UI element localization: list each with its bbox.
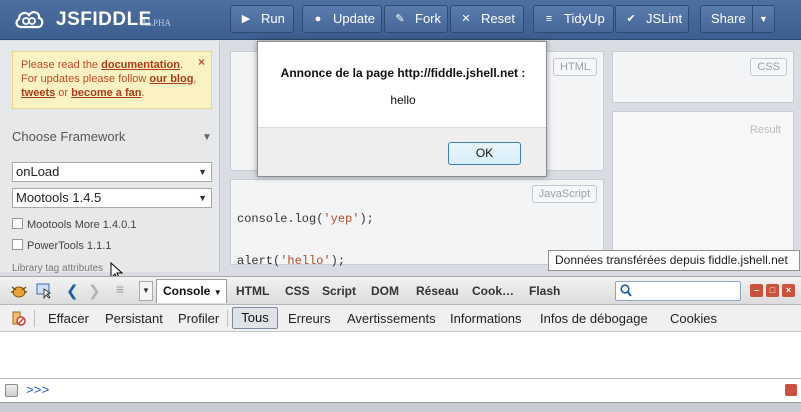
status-bar: [0, 402, 801, 412]
console-output[interactable]: [0, 332, 801, 378]
persist-button[interactable]: Persistant: [105, 311, 163, 326]
checkbox-icon[interactable]: [12, 218, 23, 229]
inspect-icon[interactable]: [36, 283, 52, 299]
status-tooltip: Données transférées depuis fiddle.jshell…: [548, 250, 800, 271]
profiler-button[interactable]: Profiler: [178, 311, 219, 326]
divider: [227, 310, 228, 327]
fork-button[interactable]: ✎ Fork: [384, 5, 448, 33]
framework-select[interactable]: Mootools 1.4.5 ▼: [12, 188, 212, 208]
logo-text: JSFIDDLE: [56, 9, 152, 30]
tidyup-button[interactable]: ≡ TidyUp: [533, 5, 614, 33]
filter-info-button[interactable]: Informations: [450, 311, 522, 326]
firebug-toolbar: ❮ ❯ ≡ ▼ Console ▼ HTML CSS Script DOM Ré…: [0, 276, 801, 305]
chevron-down-icon: ▼: [198, 193, 207, 203]
search-icon: [620, 284, 632, 297]
triangle-down-icon[interactable]: ▼: [202, 132, 212, 143]
command-line[interactable]: >>>: [0, 378, 801, 402]
dialog-title: Annonce de la page http://fiddle.jshell.…: [280, 66, 526, 80]
pencil-icon: ✎: [395, 13, 405, 25]
library-tag-label: Library tag attributes: [12, 263, 104, 274]
logo-subtitle: ALPHA: [141, 18, 172, 28]
tab-script[interactable]: Script: [322, 284, 356, 298]
tab-html[interactable]: HTML: [236, 284, 269, 298]
run-button[interactable]: ▶ Run: [230, 5, 294, 33]
result-panel-label: Result: [749, 124, 781, 136]
dot-icon: ●: [314, 13, 322, 25]
chevron-down-icon: ▼: [198, 167, 207, 177]
blog-link[interactable]: our blog: [149, 73, 193, 85]
collapse-icon[interactable]: [785, 384, 797, 396]
filter-errors-button[interactable]: Erreurs: [288, 311, 331, 326]
tab-dom[interactable]: DOM: [371, 284, 399, 298]
checkbox-mootools-more[interactable]: Mootools More 1.4.0.1: [12, 218, 136, 231]
filter-all-button[interactable]: Tous: [232, 307, 278, 329]
tab-reseau[interactable]: Réseau: [416, 284, 459, 298]
become-fan-link[interactable]: become a fan: [71, 87, 141, 99]
jsfiddle-header: JSFIDDLE ALPHA ▶ Run ● Update ✎ Fork ✕ R…: [0, 0, 801, 40]
dialog-message: hello: [390, 93, 416, 107]
sidebar: × Please read the documentation. For upd…: [0, 41, 220, 274]
tab-cookies[interactable]: Cook…: [472, 284, 514, 298]
checkbox-icon[interactable]: [12, 239, 23, 250]
checkbox-powertools[interactable]: PowerTools 1.1.1: [12, 239, 111, 252]
load-type-select[interactable]: onLoad ▼: [12, 162, 212, 182]
list-icon: ≡: [545, 13, 553, 25]
firebug-bug-icon[interactable]: [9, 283, 29, 299]
play-icon: ▶: [241, 13, 251, 25]
notice-box: × Please read the documentation. For upd…: [12, 51, 212, 109]
clear-console-icon[interactable]: [11, 311, 26, 326]
divider: [34, 310, 35, 327]
css-panel-label: CSS: [750, 58, 787, 76]
dialog-footer: OK: [258, 127, 546, 176]
back-arrow-icon[interactable]: ❮: [66, 282, 79, 300]
firebug-filter-bar: Effacer Persistant Profiler Tous Erreurs…: [0, 305, 801, 332]
javascript-panel-label: JavaScript: [531, 185, 597, 203]
chevron-down-icon[interactable]: ▼: [139, 281, 153, 301]
chevron-down-icon: ▼: [213, 288, 222, 297]
minimize-icon[interactable]: –: [750, 284, 763, 297]
clear-button[interactable]: Effacer: [48, 311, 89, 326]
documentation-link[interactable]: documentation: [101, 59, 180, 71]
filter-cookies-button[interactable]: Cookies: [670, 311, 717, 326]
detach-icon[interactable]: □: [766, 284, 779, 297]
share-button[interactable]: Share ▼: [700, 5, 775, 33]
html-panel-label: HTML: [553, 58, 597, 76]
firebug-search-input[interactable]: [615, 281, 741, 301]
reset-button[interactable]: ✕ Reset: [450, 5, 524, 33]
ok-button[interactable]: OK: [448, 142, 521, 165]
cloud-logo-icon: [15, 11, 44, 29]
filter-debug-button[interactable]: Infos de débogage: [540, 311, 648, 326]
tab-flash[interactable]: Flash: [529, 284, 560, 298]
choose-framework-heading[interactable]: Choose Framework: [12, 129, 125, 144]
result-panel[interactable]: Result: [612, 111, 794, 265]
close-icon[interactable]: ×: [782, 284, 795, 297]
update-button[interactable]: ● Update: [302, 5, 382, 33]
chevron-down-icon[interactable]: ▼: [752, 6, 774, 32]
tab-console[interactable]: Console ▼: [156, 279, 227, 303]
css-panel[interactable]: CSS: [612, 51, 794, 103]
close-icon[interactable]: ×: [198, 55, 205, 69]
check-icon: ✔: [626, 13, 636, 25]
list-icon[interactable]: ≡: [110, 281, 130, 301]
command-prompt: >>>: [26, 383, 50, 398]
alert-dialog: Annonce de la page http://fiddle.jshell.…: [257, 41, 547, 177]
filter-warnings-button[interactable]: Avertissements: [347, 311, 436, 326]
command-editor-toggle-icon[interactable]: [5, 384, 18, 397]
jslint-button[interactable]: ✔ JSLint: [615, 5, 689, 33]
tweets-link[interactable]: tweets: [21, 87, 55, 99]
close-icon: ✕: [461, 13, 471, 25]
forward-arrow-icon[interactable]: ❯: [88, 282, 101, 300]
tab-css[interactable]: CSS: [285, 284, 310, 298]
